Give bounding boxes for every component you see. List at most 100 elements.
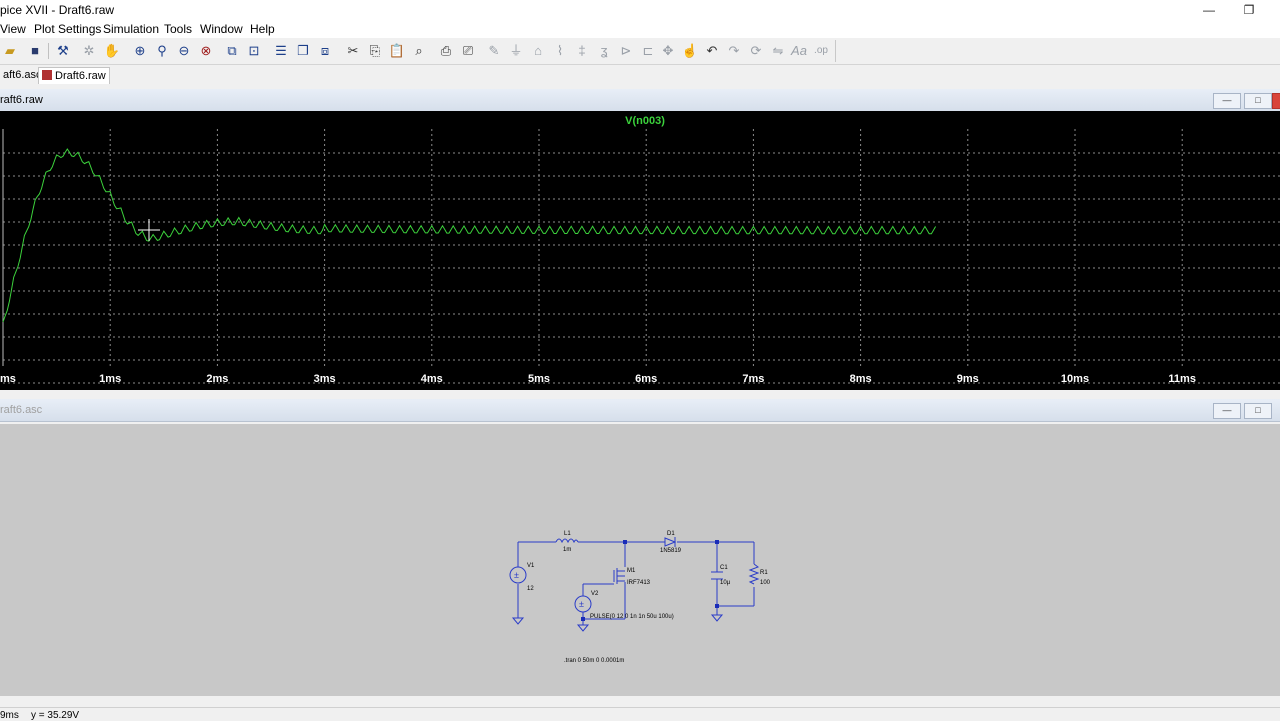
schematic-maximize-button[interactable]: □ — [1244, 403, 1272, 419]
undo-icon[interactable]: ↶ — [703, 42, 721, 60]
diode-d1-symbol — [664, 537, 677, 547]
waveform-window-titlebar[interactable]: raft6.raw — □ — [0, 89, 1280, 112]
inductor-icon[interactable]: ʓ — [595, 42, 613, 60]
mirror-icon[interactable]: ⇋ — [769, 42, 787, 60]
spice-directive-icon[interactable]: .op — [812, 42, 830, 60]
component-labels: L1 1m D1 1N5819 M1 IRF7413 V1 12 V2 PULS… — [527, 531, 771, 664]
x-axis-ticks: ms1ms2ms3ms4ms5ms6ms7ms8ms9ms10ms11ms1 — [0, 373, 1196, 385]
rotate-icon[interactable]: ⟳ — [747, 42, 765, 60]
menu-tools[interactable]: Tools — [164, 22, 192, 36]
toolbar-strip: ▰ ■ ⚒ ✲ ✋ ⊕ ⚲ ⊖ ⊗ ⧉ ⊡ ☰ ❐ ⧈ ✂ ⎘ 📋 ⌕ ⎙ ⎚ … — [0, 40, 836, 62]
x-tick-label: 9ms — [957, 373, 979, 385]
label-icon[interactable]: ⌂ — [529, 42, 547, 60]
menu-simulation[interactable]: Simulation — [103, 22, 159, 36]
x-tick-label: 8ms — [850, 373, 872, 385]
zoom-cancel-icon[interactable]: ⊗ — [197, 42, 215, 60]
toolbar: ▰ ■ ⚒ ✲ ✋ ⊕ ⚲ ⊖ ⊗ ⧉ ⊡ ☰ ❐ ⧈ ✂ ⎘ 📋 ⌕ ⎙ ⎚ … — [0, 39, 1280, 65]
waveform-doc-icon — [42, 70, 52, 80]
drag-icon[interactable]: ☝ — [681, 42, 699, 60]
tab-draft6-raw[interactable]: Draft6.raw — [38, 67, 110, 84]
zoom-in-icon[interactable]: ⊕ — [131, 42, 149, 60]
resistor-r1-symbol — [748, 563, 760, 585]
x-tick-label: 6ms — [635, 373, 657, 385]
find-icon[interactable]: ⌕ — [410, 42, 428, 60]
c1-name: C1 — [720, 565, 728, 571]
waveform-svg[interactable]: V(n003) ms 1ms 2ms 3ms 4ms 5ms 6ms 7ms 8ms 9ms 10m… — [0, 111, 1280, 390]
x-tick-label: 11ms — [1168, 373, 1196, 385]
d1-value: 1N5819 — [660, 548, 682, 554]
status-y-readout: y = 35.29V — [31, 710, 80, 721]
x-tick-label: ms — [0, 373, 16, 385]
v2-name: V2 — [591, 591, 599, 597]
x-tick-label: 2ms — [206, 373, 228, 385]
print-setup-icon[interactable]: ⎚ — [459, 42, 477, 60]
waveform-close-button[interactable] — [1272, 93, 1280, 109]
tile-horizontal-icon[interactable]: ☰ — [272, 42, 290, 60]
crosshair-cursor — [138, 219, 160, 241]
autorange-icon[interactable]: ✲ — [80, 42, 98, 60]
zoom-area-icon[interactable]: ⚲ — [153, 42, 171, 60]
schematic-canvas[interactable]: ± ± L1 1m D1 1N5819 M1 IRF7413 V1 12 V2 … — [0, 424, 1280, 696]
print-icon[interactable]: ⎙ — [437, 42, 455, 60]
restore-button[interactable]: ❐ — [1229, 0, 1269, 20]
ground-v1-symbol — [511, 617, 525, 625]
autoscale-icon[interactable]: ⧉ — [223, 42, 241, 60]
x-tick-label: 1ms — [99, 373, 121, 385]
plot-grid — [2, 129, 1280, 384]
l1-value: 1m — [563, 547, 571, 553]
paste-icon[interactable]: 📋 — [388, 42, 406, 60]
c1-value: 10µ — [720, 580, 731, 586]
pan-icon[interactable]: ✋ — [103, 42, 121, 60]
d1-name: D1 — [667, 531, 675, 537]
x-tick-label: 3ms — [314, 373, 336, 385]
v1-value: 12 — [527, 586, 534, 592]
capacitor-icon[interactable]: ‡ — [573, 42, 591, 60]
move-icon[interactable]: ✥ — [659, 42, 677, 60]
r1-name: R1 — [760, 570, 768, 576]
cascade-icon[interactable]: ⧈ — [316, 42, 334, 60]
spice-directive[interactable]: .tran 0 50m 0 0.0001m — [564, 658, 624, 664]
schematic-window-titlebar[interactable]: raft6.asc — □ — [0, 399, 1280, 422]
minimize-button[interactable]: — — [1189, 0, 1229, 20]
trace-v-n003[interactable] — [2, 148, 937, 323]
redo-icon[interactable]: ↷ — [725, 42, 743, 60]
wire-icon[interactable]: ✎ — [485, 42, 503, 60]
menu-help[interactable]: Help — [250, 22, 275, 36]
mosfet-m1-symbol — [613, 568, 625, 584]
m1-name: M1 — [627, 568, 636, 574]
v1-name: V1 — [527, 563, 535, 569]
menu-window[interactable]: Window — [200, 22, 243, 36]
component-icon[interactable]: ⊏ — [639, 42, 657, 60]
trace-label[interactable]: V(n003) — [625, 115, 665, 127]
text-icon[interactable]: Aa — [790, 42, 808, 60]
menu-plot-settings[interactable]: Plot Settings — [34, 22, 101, 36]
m1-value: IRF7413 — [627, 580, 651, 586]
schematic-minimize-button[interactable]: — — [1213, 403, 1241, 419]
fit-icon[interactable]: ⊡ — [245, 42, 263, 60]
control-panel-icon[interactable]: ⚒ — [54, 42, 72, 60]
title-bar: pice XVII - Draft6.raw — ❐ — [0, 0, 1280, 20]
menu-view[interactable]: View — [0, 22, 26, 36]
x-tick-label: 7ms — [742, 373, 764, 385]
capacitor-c1-symbol — [711, 571, 723, 580]
diode-icon[interactable]: ⊳ — [617, 42, 635, 60]
resistor-icon[interactable]: ⌇ — [551, 42, 569, 60]
x-tick-label: 5ms — [528, 373, 550, 385]
svg-text:±: ± — [579, 599, 584, 609]
status-bar: 9ms y = 35.29V — [0, 707, 1280, 721]
open-icon[interactable]: ▰ — [1, 42, 19, 60]
v2-value: PULSE(0 12 0 1n 1n 50u 100u) — [590, 614, 674, 620]
save-icon[interactable]: ■ — [26, 42, 44, 60]
waveform-plot[interactable]: V(n003) ms 1ms 2ms 3ms 4ms 5ms 6ms 7ms 8ms 9ms 10m… — [0, 111, 1280, 390]
ground-icon[interactable]: ⏚ — [507, 42, 525, 60]
copy-icon[interactable]: ⎘ — [366, 42, 384, 60]
waveform-maximize-button[interactable]: □ — [1244, 93, 1272, 109]
waveform-window-title: raft6.raw — [0, 94, 43, 106]
cut-icon[interactable]: ✂ — [344, 42, 362, 60]
schematic-svg[interactable]: ± ± L1 1m D1 1N5819 M1 IRF7413 V1 12 V2 … — [0, 424, 1280, 696]
l1-name: L1 — [564, 531, 571, 537]
zoom-out-icon[interactable]: ⊖ — [175, 42, 193, 60]
waveform-minimize-button[interactable]: — — [1213, 93, 1241, 109]
tile-vertical-icon[interactable]: ❐ — [294, 42, 312, 60]
svg-text:±: ± — [514, 570, 519, 580]
